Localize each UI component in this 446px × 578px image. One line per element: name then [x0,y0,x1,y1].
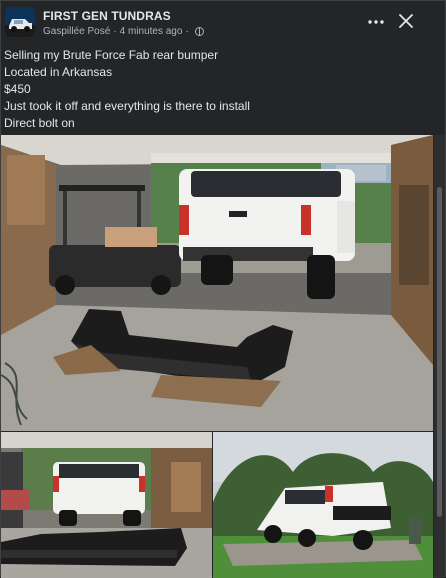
group-avatar[interactable] [5,7,35,37]
post-text-line: Located in Arkansas [4,65,113,79]
truck-rear-photo-image [1,432,212,578]
post-text-line: Selling my Brute Force Fab rear bumper [4,48,219,62]
post-time[interactable]: 4 minutes ago [120,26,183,37]
post-header: FIRST GEN TUNDRAS Gaspillée Posé · 4 min… [1,1,445,45]
post-text-line: $450 [4,82,31,96]
author-name[interactable]: Gaspillée Posé [43,26,110,37]
scrollbar[interactable] [434,135,445,578]
photo-truck-rear-garage[interactable] [1,432,212,578]
globe-icon [194,27,204,36]
more-options-icon [368,20,384,24]
more-options-button[interactable] [363,11,389,33]
group-avatar-image [5,7,35,37]
meta-separator-2: · [185,26,189,37]
post-card: FIRST GEN TUNDRAS Gaspillée Posé · 4 min… [0,0,446,578]
post-text-line: Direct bolt on [4,116,75,130]
close-button[interactable] [395,10,417,32]
truck-outdoor-photo-image [213,432,433,578]
garage-photo-image [1,135,433,431]
group-name[interactable]: FIRST GEN TUNDRAS [43,9,171,23]
close-icon [399,14,413,28]
scrollbar-thumb[interactable] [437,187,442,517]
post-text-line: Just took it off and everything is there… [4,99,250,113]
photo-garage-main[interactable] [1,135,433,431]
photo-truck-rear-outdoor[interactable] [213,432,433,578]
post-meta: Gaspillée Posé · 4 minutes ago · [43,26,204,37]
post-text: Selling my Brute Force Fab rear bumper L… [4,47,250,132]
meta-separator: · [113,26,117,37]
